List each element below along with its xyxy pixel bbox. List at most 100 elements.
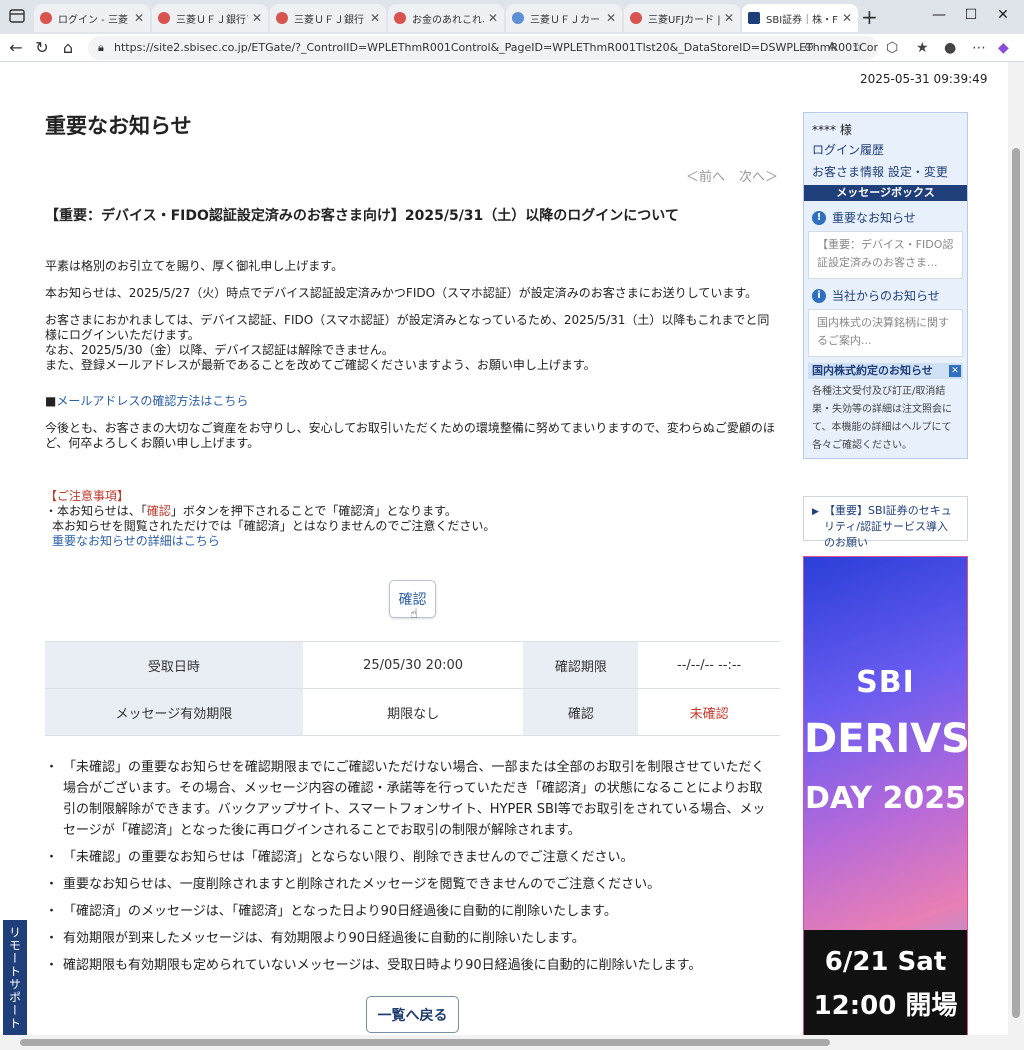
square-bullet: ■ [45, 394, 57, 408]
list-item: 「確認済」のメッセージは、「確認済」となった日より90日経過後に自動的に削除いた… [45, 901, 775, 922]
scrollbar-thumb[interactable] [20, 1039, 830, 1046]
status-value: 未確認 [638, 688, 780, 736]
execution-notice-body: 各種注文受付及び訂正/取消結果・失効等の詳細は注文照会にて、本機能の詳細はヘルプ… [812, 386, 952, 451]
lock-icon: 🔒︎ [98, 41, 104, 54]
important-head-label: 重要なお知らせ [832, 211, 916, 225]
execution-notice-title: 国内株式約定のお知らせ ✕ [808, 363, 963, 379]
close-icon[interactable]: ✕ [842, 11, 852, 25]
expiry-label: メッセージ有効期限 [45, 688, 303, 736]
tab-3[interactable]: 三菱ＵＦＪ銀行 ✕ [270, 4, 386, 32]
copilot-icon[interactable]: ◆ [998, 40, 1009, 56]
mail-link-row: ■メールアドレスの確認方法はこちら [45, 394, 780, 409]
paragraph-line: また、登録メールアドレスが最新であることを改めてご確認くださいますよう、お願い申… [45, 358, 596, 372]
tab-5[interactable]: 三菱ＵＦＪカード - ✕ [506, 4, 622, 32]
important-notice-link[interactable]: ! 重要なお知らせ [812, 209, 916, 226]
back-icon[interactable]: ← [6, 38, 26, 57]
vertical-scrollbar[interactable] [1008, 62, 1024, 1035]
extensions-icon[interactable]: ⬡ [886, 40, 898, 56]
prev-link[interactable]: ＜前へ [686, 170, 725, 185]
received-value: 25/05/30 20:00 [302, 641, 524, 689]
hand-cursor-icon: ☝ [410, 607, 418, 622]
tab-title: 三菱ＵＦＪ銀行 [294, 14, 364, 26]
close-icon[interactable]: ✕ [949, 365, 961, 377]
ad-line-4: 6/21 Sat [824, 947, 947, 977]
new-tab-icon[interactable]: + [861, 5, 878, 29]
tab-title: 三菱UFJカード | クレ [648, 14, 720, 26]
more-icon[interactable]: ⋯ [972, 40, 986, 56]
security-banner-link[interactable]: ▶ 【重要】SBI証券のセキュリティ/認証サービス導入のお願い [803, 496, 968, 549]
back-to-list-button[interactable]: 一覧へ戻る [366, 996, 459, 1033]
tab-active-sbi[interactable]: SBI証券｜株・FX・ ✕ [742, 4, 858, 32]
login-history-link[interactable]: ログイン履歴 [812, 141, 884, 158]
received-label: 受取日時 [45, 641, 303, 689]
tab-2[interactable]: 三菱ＵＦＪ銀行ア ✕ [152, 4, 268, 32]
close-icon[interactable]: ✕ [488, 11, 498, 25]
tab-favicon-icon [276, 12, 288, 24]
close-icon[interactable]: ✕ [370, 11, 380, 25]
paragraph-line: なお、2025/5/30（金）以降、デバイス認証は解除できません。 [45, 343, 394, 357]
url-field[interactable]: 🔒︎ https://site2.sbisec.co.jp/ETGate/?_C… [88, 36, 878, 60]
list-item: 「未確認」の重要なお知らせは「確認済」とならない限り、削除できませんのでご注意く… [45, 847, 775, 868]
profile-avatar-icon[interactable]: ● [944, 40, 956, 56]
paragraph-login-info: お客さまにおかれましては、デバイス認証、FIDO（スマホ認証）が設定済みとなって… [45, 313, 780, 373]
sidebar: **** 様 ログイン履歴 お客さま情報 設定・変更 メッセージボックス ! 重要… [803, 112, 968, 459]
tab-actions-icon[interactable] [8, 7, 28, 27]
caution-section: 【ご注意事項】 ・本お知らせは、「確認」ボタンを押下されることで「確認済」となり… [45, 489, 780, 549]
important-preview[interactable]: 【重要：デバイス・FIDO認証設定済みのお客さま... [808, 231, 963, 279]
derivs-day-ad-banner[interactable]: SBI DERIVS. DAY 2025 6/21 Sat 12:00 開場 [803, 556, 968, 1035]
tab-favicon-icon [394, 12, 406, 24]
close-icon[interactable]: ✕ [606, 11, 616, 25]
tab-favicon-icon [158, 12, 170, 24]
favorites-icon[interactable]: ★ [916, 40, 929, 56]
tab-title: 三菱ＵＦＪカード - [530, 14, 602, 26]
horizontal-scrollbar[interactable] [0, 1035, 1024, 1050]
message-title: 【重要：デバイス・FIDO認証設定済みのお客さま向け】2025/5/31（土）以… [45, 208, 679, 224]
close-icon[interactable]: ✕ [724, 11, 734, 25]
list-item: 「未確認」の重要なお知らせを確認期限までにご確認いただけない場合、一部または全部… [45, 757, 775, 841]
close-icon[interactable]: ✕ [134, 11, 144, 25]
company-preview[interactable]: 国内株式の決算銘柄に関するご案内... [808, 309, 963, 357]
tab-favicon-icon [512, 12, 524, 24]
notes-list: 「未確認」の重要なお知らせを確認期限までにご確認いただけない場合、一部または全部… [45, 757, 775, 982]
address-bar: ← ↻ ⌂ 🔒︎ https://site2.sbisec.co.jp/ETGa… [0, 34, 1024, 62]
list-item: 重要なお知らせは、一度削除されますと削除されたメッセージを閲覧できませんのでご注… [45, 874, 775, 895]
mail-address-link[interactable]: メールアドレスの確認方法はこちら [56, 394, 248, 408]
deadline-label: 確認期限 [523, 641, 639, 689]
tab-1[interactable]: ログイン - 三菱ＵＦ ✕ [34, 4, 150, 32]
message-info-table: 受取日時 25/05/30 20:00 確認期限 --/--/-- --:-- … [45, 641, 780, 736]
table-row: メッセージ有効期限 期限なし 確認 未確認 [45, 688, 780, 736]
tab-4[interactable]: お金のあれこれ、ま ✕ [388, 4, 504, 32]
read-aloud-icon[interactable]: A [828, 40, 836, 54]
company-notice-link[interactable]: i 当社からのお知らせ [812, 287, 940, 304]
account-settings-link[interactable]: お客さま情報 設定・変更 [812, 163, 948, 180]
paragraph-recipient: 本お知らせは、2025/5/27（火）時点でデバイス認証設定済みかつFIDO（ス… [45, 286, 758, 300]
reload-icon[interactable]: ↻ [32, 38, 52, 57]
tab-6[interactable]: 三菱UFJカード | クレ ✕ [624, 4, 740, 32]
close-icon[interactable]: ✕ [252, 11, 262, 25]
next-link[interactable]: 次へ＞ [739, 170, 778, 185]
tab-title: ログイン - 三菱ＵＦ [58, 14, 130, 26]
caution-detail-link[interactable]: 重要なお知らせの詳細はこちら [52, 534, 220, 548]
home-icon[interactable]: ⌂ [58, 38, 78, 57]
company-head-label: 当社からのお知らせ [832, 289, 940, 303]
caution-highlight: 確認 [146, 504, 171, 518]
paragraph-closing: 今後とも、お客さまの大切なご資産をお守りし、安心してお取引いただくための環境整備… [45, 421, 775, 450]
security-banner-text: 【重要】SBI証券のセキュリティ/認証サービス導入のお願い [824, 504, 952, 549]
scrollbar-thumb[interactable] [1012, 148, 1020, 1018]
paragraph-line: お客さまにおかれましては、デバイス認証、FIDO（スマホ認証）が設定済みとなって… [45, 313, 770, 342]
favorite-star-icon[interactable]: ☆ [852, 40, 863, 54]
page-content: 2025-05-31 09:39:49 重要なお知らせ ＜前へ 次へ＞ 【重要：デ… [0, 62, 1008, 1035]
zoom-icon[interactable]: ⊕ [804, 40, 814, 54]
url-text: https://site2.sbisec.co.jp/ETGate/?_Cont… [114, 41, 878, 54]
pager: ＜前へ 次へ＞ [686, 166, 792, 185]
tab-title: 三菱ＵＦＪ銀行ア [176, 14, 248, 26]
paragraph-greeting: 平素は格別のお引立てを賜り、厚く御礼申し上げます。 [45, 259, 344, 273]
page-title: 重要なお知らせ [45, 114, 192, 138]
list-item: 確認期限も有効期限も定められていないメッセージは、受取日時より90日経過後に自動… [45, 955, 775, 976]
table-row: 受取日時 25/05/30 20:00 確認期限 --/--/-- --:-- [45, 641, 780, 689]
info-icon: ! [812, 210, 826, 225]
close-window-icon[interactable]: ✕ [980, 7, 1024, 23]
remote-support-button[interactable]: リモートサポート [3, 920, 27, 1035]
ad-line-2: DERIVS. [804, 716, 968, 762]
message-box-header: メッセージボックス [804, 185, 967, 201]
